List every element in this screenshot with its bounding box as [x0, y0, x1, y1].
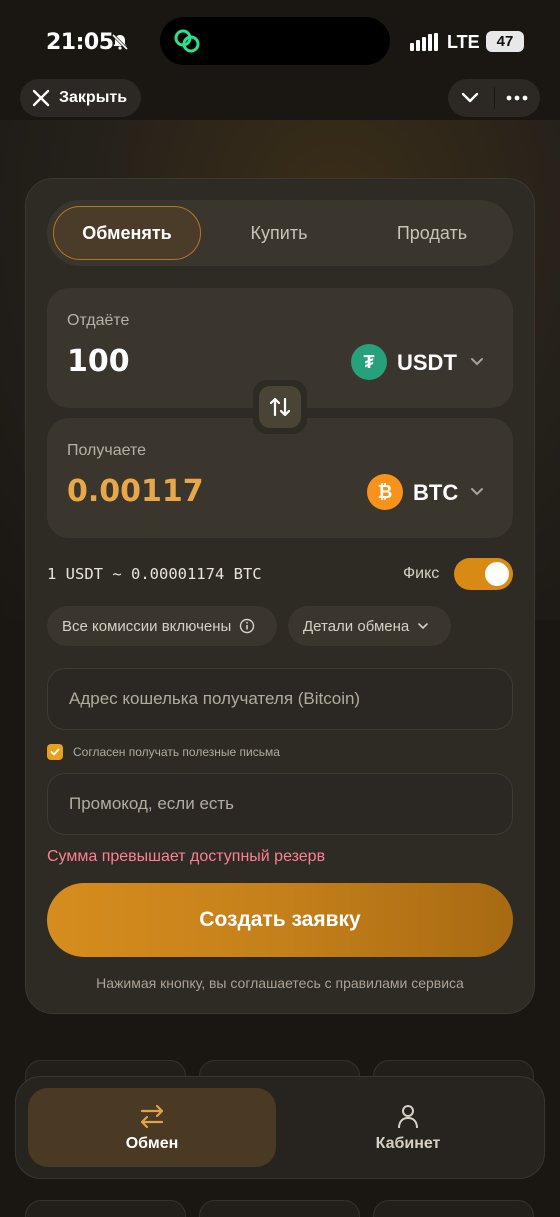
tab-exchange[interactable]: Обменять [53, 206, 201, 260]
swap-arrows-icon [269, 397, 291, 417]
fix-label: Фикс [403, 565, 440, 582]
background-card [25, 1200, 186, 1217]
newsletter-checkbox-row[interactable]: Согласен получать полезные письма [47, 744, 280, 760]
swap-button[interactable] [253, 380, 307, 434]
link-chain-icon [174, 29, 200, 53]
get-label: Получаете [67, 442, 147, 459]
top-menu-pill [448, 79, 540, 117]
give-currency-select[interactable]: USDT [397, 350, 457, 376]
fees-info-chip[interactable]: Все комиссии включены [47, 606, 277, 646]
get-amount-value: 0.00117 [67, 474, 204, 509]
toggle-knob [485, 562, 509, 586]
fix-toggle[interactable] [454, 558, 513, 590]
info-icon [240, 618, 255, 634]
bell-muted-icon [111, 33, 129, 51]
user-icon [398, 1104, 418, 1128]
tether-icon: ₮ [351, 344, 387, 380]
chevron-down-icon[interactable] [469, 484, 485, 500]
status-time: 21:05 [46, 30, 114, 55]
tab-buy[interactable]: Купить [205, 206, 353, 260]
nav-exchange[interactable]: Обмен [28, 1088, 276, 1167]
check-icon [50, 748, 60, 756]
bitcoin-icon: ₿ [367, 474, 403, 510]
close-label: Закрыть [59, 89, 128, 106]
newsletter-checkbox[interactable] [47, 744, 63, 760]
more-dots-icon[interactable] [506, 88, 528, 108]
exchange-rate: 1 USDT ~ 0.00001174 BTC [47, 565, 262, 583]
network-label: LTE [447, 32, 480, 52]
tab-sell[interactable]: Продать [357, 206, 507, 260]
newsletter-label: Согласен получать полезные письма [73, 745, 280, 759]
get-box: Получаете 0.00117 ₿ BTC [47, 418, 513, 538]
create-order-button[interactable]: Создать заявку [47, 883, 513, 957]
background-card [199, 1200, 360, 1217]
status-bar: 21:05 LTE 47 [0, 0, 560, 80]
battery-icon: 47 [486, 31, 524, 52]
close-icon [32, 89, 50, 107]
close-button[interactable]: Закрыть [20, 79, 141, 117]
exchange-details-chip[interactable]: Детали обмена [288, 606, 451, 646]
give-amount-input[interactable]: 100 [67, 344, 130, 379]
details-label: Детали обмена [303, 617, 410, 635]
give-label: Отдаёте [67, 312, 130, 329]
background-card [373, 1200, 534, 1217]
exchange-arrows-icon [140, 1104, 164, 1128]
get-currency-select[interactable]: BTC [413, 480, 458, 506]
divider [494, 87, 495, 109]
swap-button-inner [259, 386, 301, 428]
fees-label: Все комиссии включены [62, 617, 232, 635]
app-screen: 21:05 LTE 47 Закрыть Обменять Купить Про… [0, 0, 560, 1217]
reserve-error: Сумма превышает доступный резерв [47, 848, 326, 865]
nav-exchange-label: Обмен [125, 1134, 179, 1152]
chevron-down-icon[interactable] [460, 88, 480, 108]
nav-account-label: Кабинет [375, 1134, 441, 1152]
chevron-down-icon[interactable] [469, 354, 485, 370]
nav-account[interactable]: Кабинет [284, 1088, 532, 1167]
promo-code-input[interactable]: Промокод, если есть [47, 773, 513, 835]
signal-icon [410, 33, 438, 51]
chevron-down-icon [418, 623, 429, 630]
wallet-address-input[interactable]: Адрес кошелька получателя (Bitcoin) [47, 668, 513, 730]
terms-note: Нажимая кнопку, вы соглашаетесь с правил… [96, 975, 464, 991]
